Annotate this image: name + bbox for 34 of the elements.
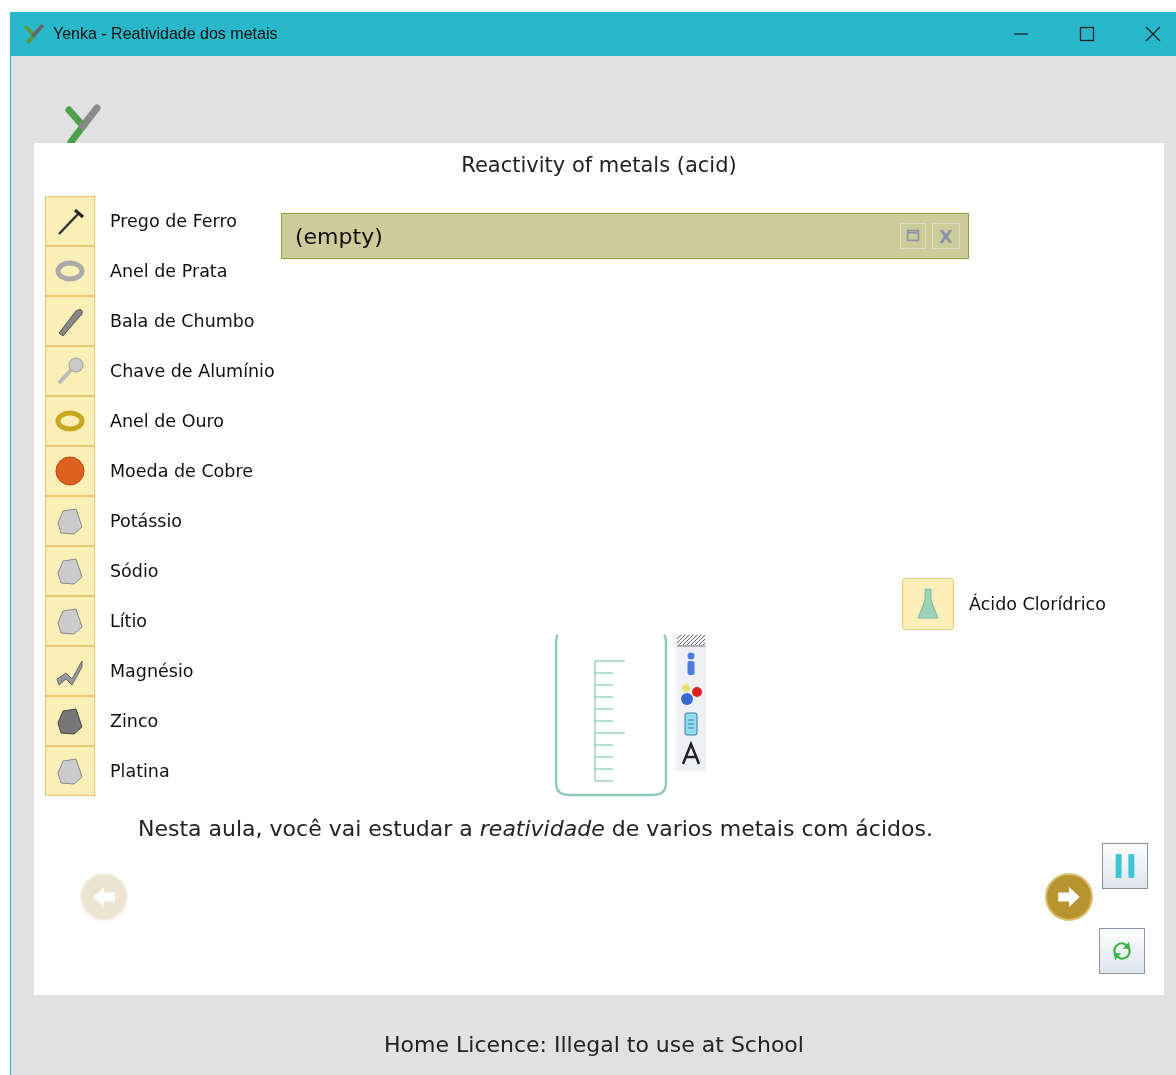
- item-label: Zinco: [110, 711, 159, 731]
- item-label: Lítio: [110, 611, 148, 631]
- item-label: Anel de Prata: [110, 261, 228, 281]
- reset-button[interactable]: [1099, 928, 1145, 974]
- next-button[interactable]: [1045, 873, 1093, 921]
- logo-icon: [23, 23, 45, 45]
- item-slot[interactable]: [45, 196, 95, 246]
- item-label: Platina: [110, 761, 170, 781]
- item-label: Chave de Alumínio: [110, 361, 275, 381]
- maximize-icon[interactable]: [1077, 24, 1097, 44]
- grip-icon[interactable]: [677, 635, 705, 647]
- close-button[interactable]: X: [932, 223, 960, 249]
- rock-icon: [54, 755, 86, 787]
- item-label: Moeda de Cobre: [110, 461, 254, 481]
- licence-text: Home Licence: Illegal to use at School: [383, 1032, 805, 1057]
- item-label: Ácido Clorídrico: [969, 594, 1106, 614]
- panel-text: (empty): [295, 223, 383, 249]
- molecule-icon[interactable]: [679, 681, 703, 707]
- window-title: Yenka - Reatividade dos metais: [53, 25, 278, 43]
- coin-icon: [54, 455, 86, 487]
- item-label: Sódio: [110, 561, 159, 581]
- item-slot[interactable]: [45, 696, 95, 746]
- flask-icon: [916, 587, 940, 621]
- item-label: Bala de Chumbo: [110, 311, 255, 331]
- pause-button[interactable]: [1102, 843, 1148, 889]
- item-label: Anel de Ouro: [110, 411, 225, 431]
- item-label: Prego de Ferro: [110, 211, 237, 231]
- close-icon[interactable]: [1143, 24, 1163, 44]
- instruction-text: Nesta aula, você vai estudar a reatividade de varios metais com ácidos.: [138, 816, 933, 841]
- lesson-title: Reactivity of metals (acid): [460, 152, 738, 177]
- item-label: Potássio: [110, 511, 183, 531]
- text-tool-icon[interactable]: [679, 741, 703, 767]
- logo-icon[interactable]: [63, 102, 103, 146]
- item-label: Magnésio: [110, 661, 194, 681]
